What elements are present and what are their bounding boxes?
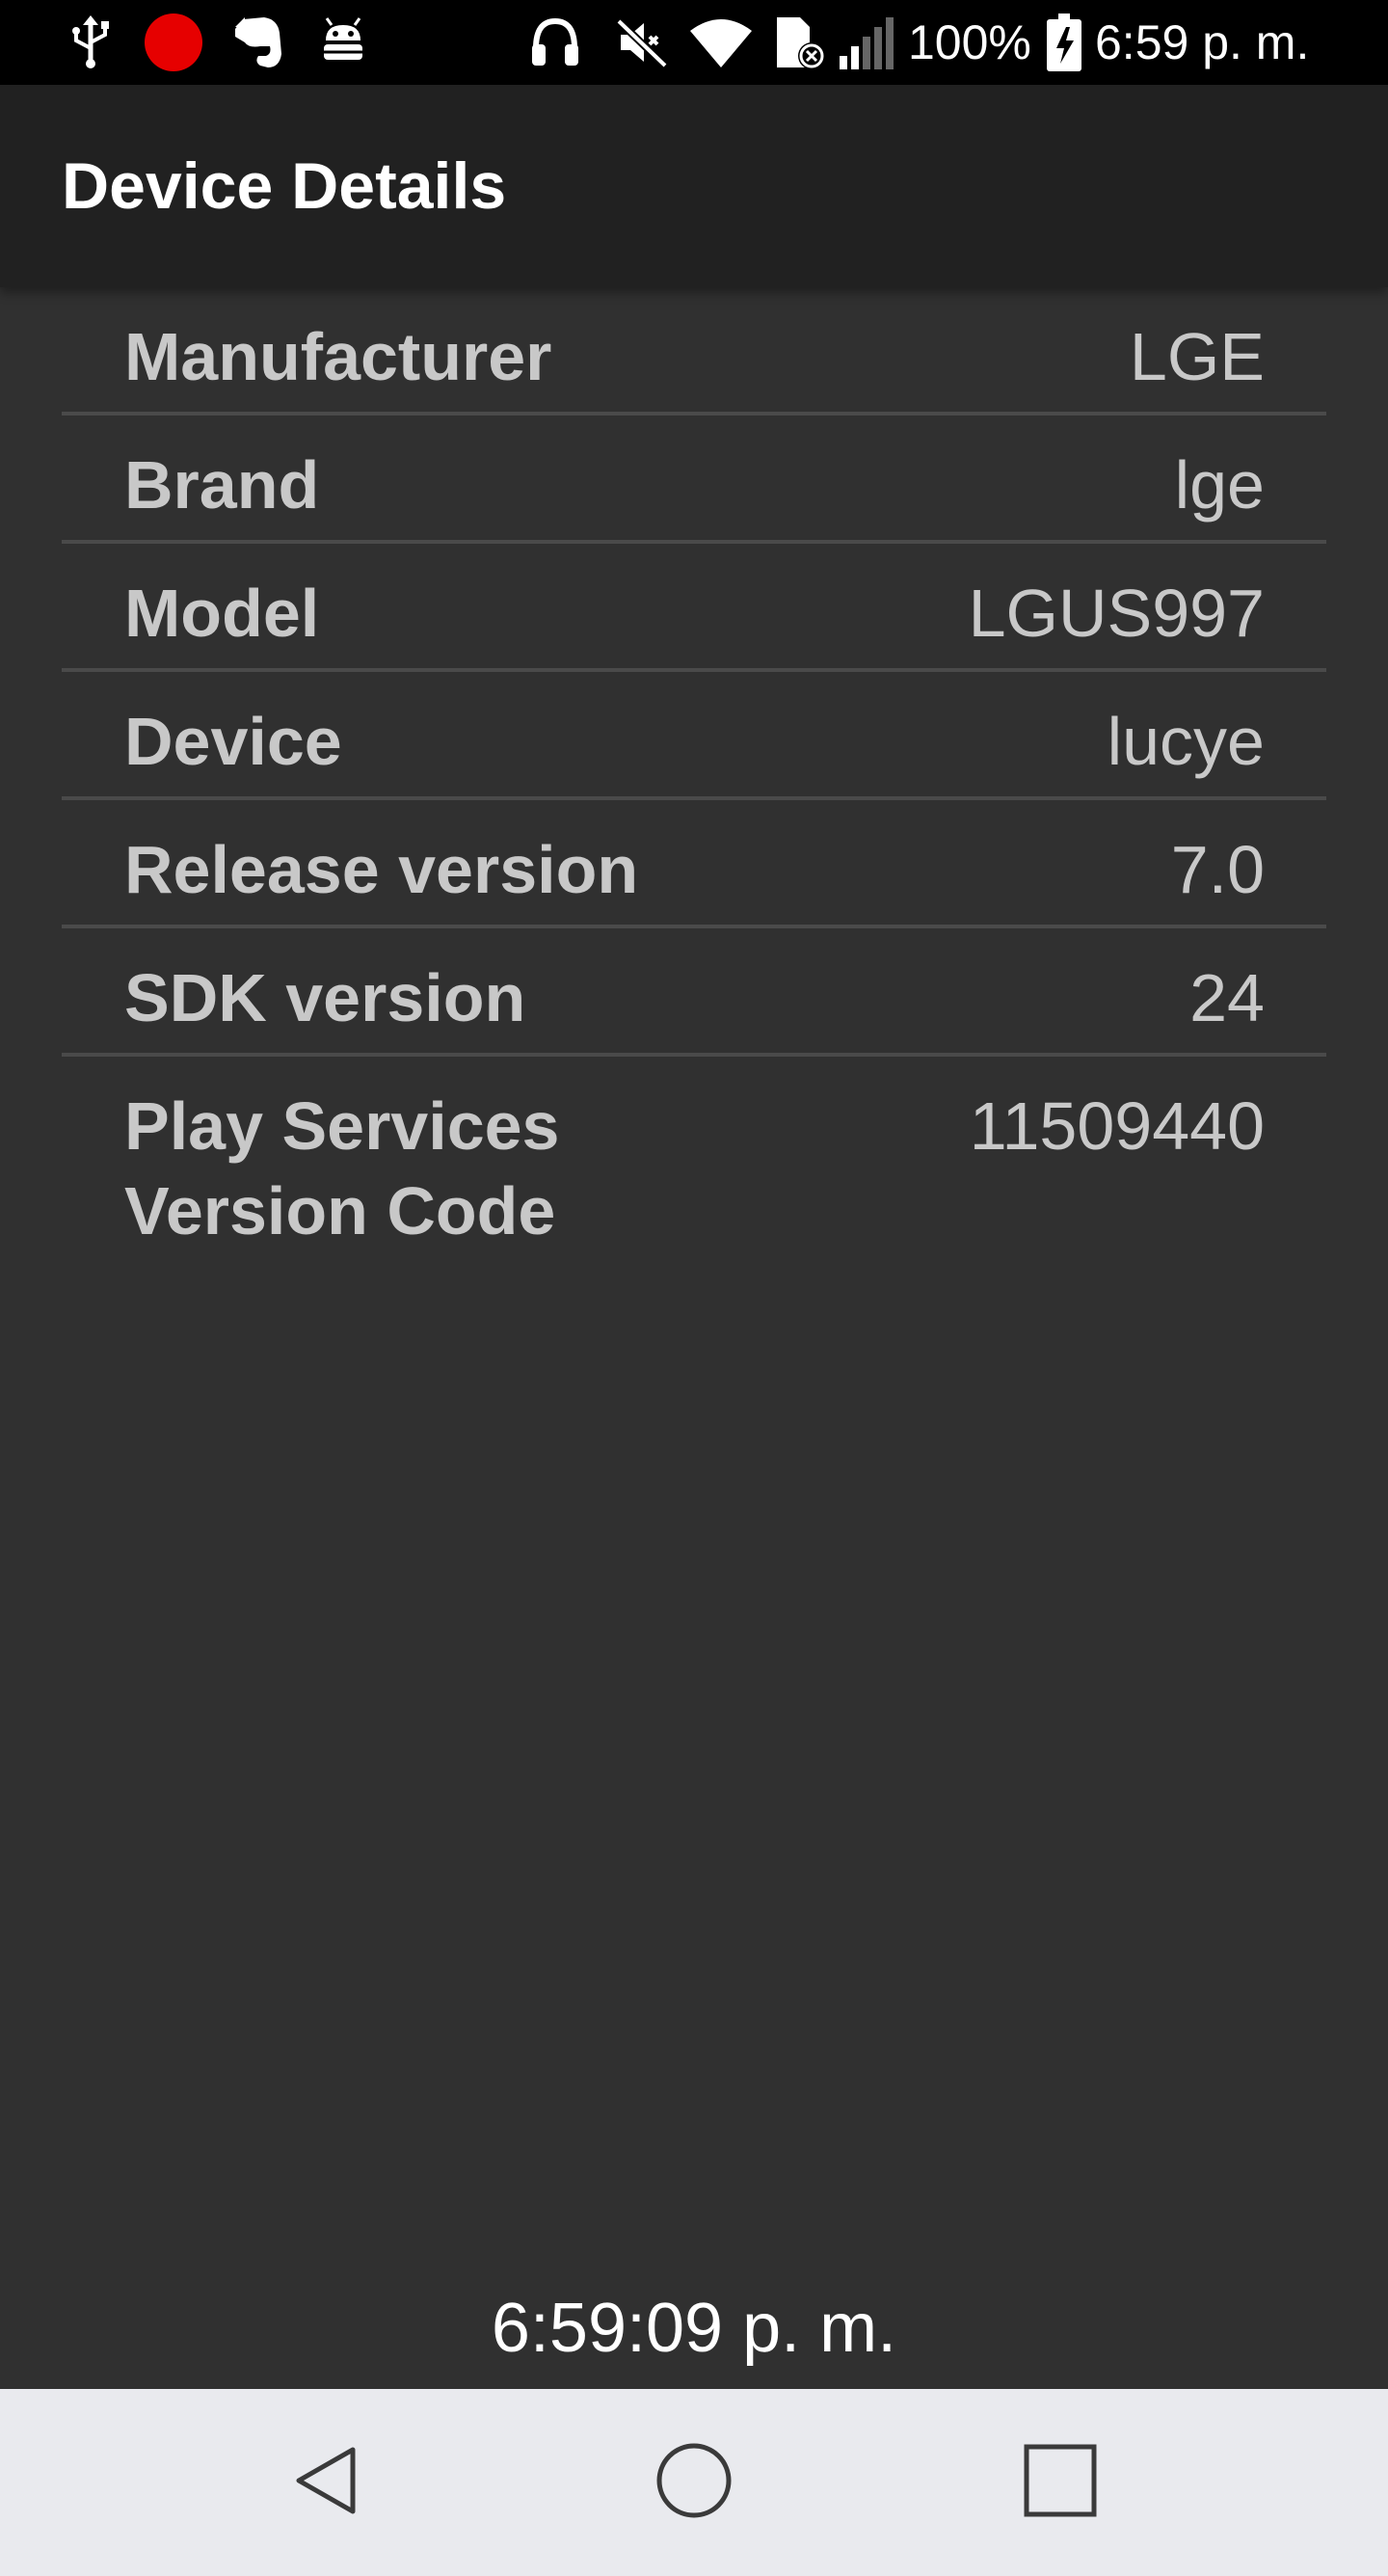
home-button[interactable] — [646, 2434, 742, 2531]
detail-row-brand: Brand lge — [62, 416, 1326, 544]
navigation-bar — [0, 2389, 1388, 2576]
detail-label: Manufacturer — [124, 319, 552, 394]
recording-dot-icon — [143, 13, 204, 71]
no-sim-icon — [771, 13, 829, 71]
back-icon — [289, 2442, 366, 2523]
detail-label: Model — [124, 576, 320, 651]
detail-value: lge — [1174, 447, 1265, 523]
detail-value: LGE — [1129, 319, 1265, 394]
detail-value: 11509440 — [969, 1088, 1265, 1164]
detail-row-play-services: Play Services Version Code 11509440 — [62, 1057, 1326, 1278]
home-icon — [654, 2440, 734, 2525]
app-bar: Device Details — [0, 85, 1388, 287]
clock-text: 6:59:09 p. m. — [491, 2290, 897, 2367]
signal-icon — [837, 13, 896, 71]
recents-icon — [1022, 2442, 1099, 2523]
back-button[interactable] — [280, 2434, 376, 2531]
status-bar: 100% 6:59 p. m. — [0, 0, 1388, 85]
detail-value: LGUS997 — [968, 576, 1265, 651]
screen: 100% 6:59 p. m. Device Details Manufactu… — [0, 0, 1388, 2576]
page-title: Device Details — [62, 149, 507, 223]
usb-icon — [64, 13, 118, 71]
battery-percent: 100% — [908, 15, 1031, 69]
detail-row-device: Device lucye — [62, 672, 1326, 800]
detail-row-sdk-version: SDK version 24 — [62, 928, 1326, 1057]
device-details-list: Manufacturer LGE Brand lge Model LGUS997… — [62, 287, 1326, 1278]
status-time: 6:59 p. m. — [1095, 15, 1310, 69]
wifi-icon — [690, 13, 752, 71]
detail-row-manufacturer: Manufacturer LGE — [62, 287, 1326, 416]
battery-charging-icon — [1045, 13, 1083, 71]
detail-label: Device — [124, 704, 342, 779]
detail-label: Play Services Version Code — [124, 1088, 560, 1248]
vibrate-off-icon — [613, 13, 671, 71]
detail-value: 7.0 — [1170, 832, 1265, 907]
headphones-icon — [526, 13, 584, 71]
detail-value: 24 — [1189, 960, 1265, 1035]
detail-row-release-version: Release version 7.0 — [62, 800, 1326, 928]
detail-label: Brand — [124, 447, 320, 523]
detail-label: Release version — [124, 832, 639, 907]
detail-value: lucye — [1107, 704, 1265, 779]
evernote-icon — [229, 13, 287, 71]
detail-label: SDK version — [124, 960, 526, 1035]
android-debug-icon — [314, 13, 372, 71]
detail-row-model: Model LGUS997 — [62, 544, 1326, 672]
recents-button[interactable] — [1012, 2434, 1108, 2531]
